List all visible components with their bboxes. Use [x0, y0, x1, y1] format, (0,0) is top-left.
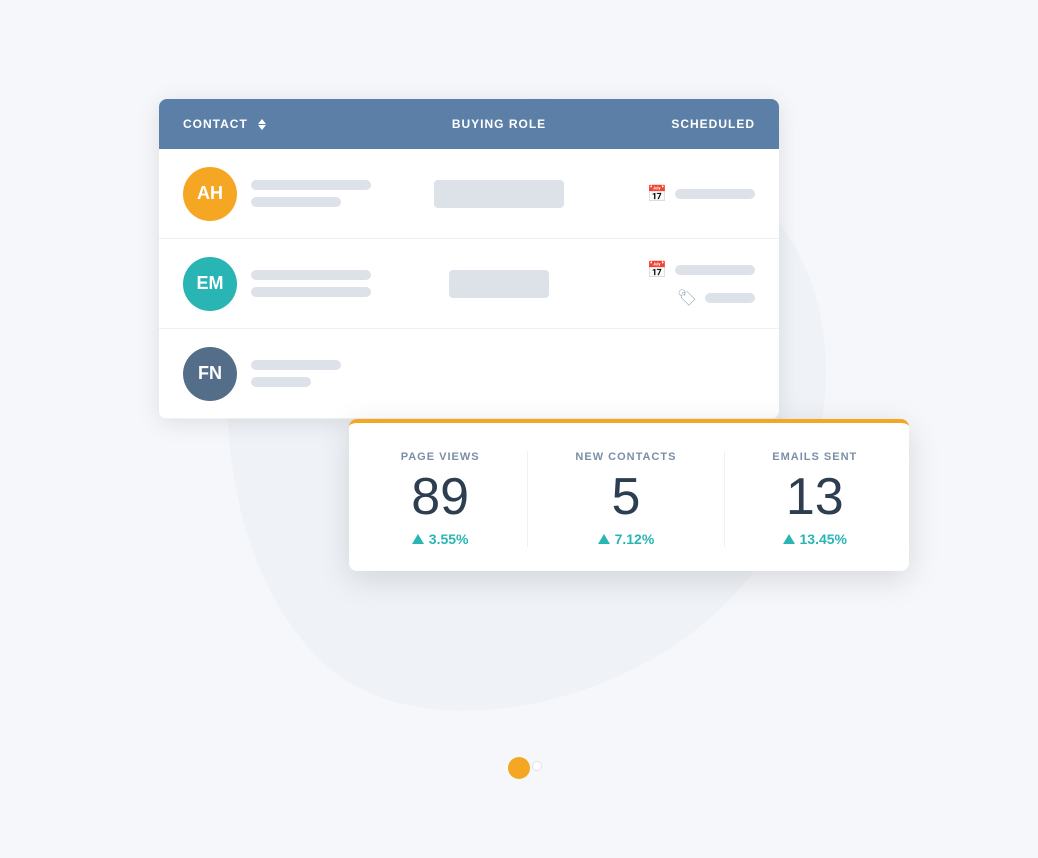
table-row[interactable]: AH 📅 [159, 149, 779, 239]
stat-page-views-change: 3.55% [412, 531, 469, 547]
contact-name-line [251, 360, 341, 370]
calendar-icon: 📅 [647, 260, 667, 280]
row-contact: FN [183, 347, 403, 401]
stat-divider [527, 451, 528, 547]
table-row[interactable]: EM 📅 🏷 [159, 239, 779, 329]
row-scheduled: 📅 [595, 184, 755, 204]
stat-emails-sent-value: 13 [786, 471, 844, 523]
contact-table: CONTACT BUYING ROLE SCHEDULED AH [159, 99, 779, 419]
buying-role-pill [449, 270, 549, 298]
scheduled-item: 📅 [647, 260, 755, 280]
th-scheduled: SCHEDULED [595, 117, 755, 131]
table-row[interactable]: FN [159, 329, 779, 419]
scheduled-line [675, 189, 755, 199]
avatar: AH [183, 167, 237, 221]
contact-detail-line [251, 197, 341, 207]
stat-page-views-value: 89 [411, 471, 469, 523]
contact-header-label: CONTACT [183, 117, 248, 131]
avatar: FN [183, 347, 237, 401]
row-scheduled: 📅 🏷 [595, 260, 755, 308]
contact-lines [251, 180, 371, 207]
calendar-icon: 📅 [647, 184, 667, 204]
stat-new-contacts-change: 7.12% [598, 531, 655, 547]
contact-lines [251, 270, 371, 297]
stats-card: PAGE VIEWS 89 3.55% NEW CONTACTS 5 7.12%… [349, 419, 909, 571]
trend-up-icon [783, 534, 795, 544]
scheduled-line-2 [705, 293, 755, 303]
row-contact: AH [183, 167, 403, 221]
trend-up-icon [598, 534, 610, 544]
contact-detail-line [251, 287, 371, 297]
dot-orange [508, 757, 530, 779]
th-buying-role: BUYING ROLE [403, 117, 595, 131]
sort-icon[interactable] [258, 119, 266, 130]
tag-icon: 🏷 [677, 288, 697, 308]
stat-emails-sent-label: EMAILS SENT [772, 451, 857, 463]
scheduled-line [675, 265, 755, 275]
contact-lines [251, 360, 341, 387]
contact-name-line [251, 180, 371, 190]
table-header: CONTACT BUYING ROLE SCHEDULED [159, 99, 779, 149]
row-contact: EM [183, 257, 403, 311]
sort-down-arrow [258, 125, 266, 130]
dot-white [532, 761, 542, 771]
stat-new-contacts: NEW CONTACTS 5 7.12% [575, 451, 676, 547]
trend-up-icon [412, 534, 424, 544]
stat-emails-sent-change: 13.45% [783, 531, 847, 547]
contact-detail-line [251, 377, 311, 387]
scene: CONTACT BUYING ROLE SCHEDULED AH [129, 39, 909, 819]
stat-new-contacts-value: 5 [611, 471, 640, 523]
stat-page-views: PAGE VIEWS 89 3.55% [401, 451, 480, 547]
scheduled-item-2: 🏷 [677, 288, 755, 308]
row-buying [403, 270, 595, 298]
row-buying [403, 180, 595, 208]
sort-up-arrow [258, 119, 266, 124]
avatar: EM [183, 257, 237, 311]
stat-divider [724, 451, 725, 547]
contact-name-line [251, 270, 371, 280]
scheduled-item: 📅 [647, 184, 755, 204]
stat-new-contacts-label: NEW CONTACTS [575, 451, 676, 463]
th-contact[interactable]: CONTACT [183, 117, 403, 131]
stat-emails-sent: EMAILS SENT 13 13.45% [772, 451, 857, 547]
buying-role-pill [434, 180, 564, 208]
stat-page-views-label: PAGE VIEWS [401, 451, 480, 463]
